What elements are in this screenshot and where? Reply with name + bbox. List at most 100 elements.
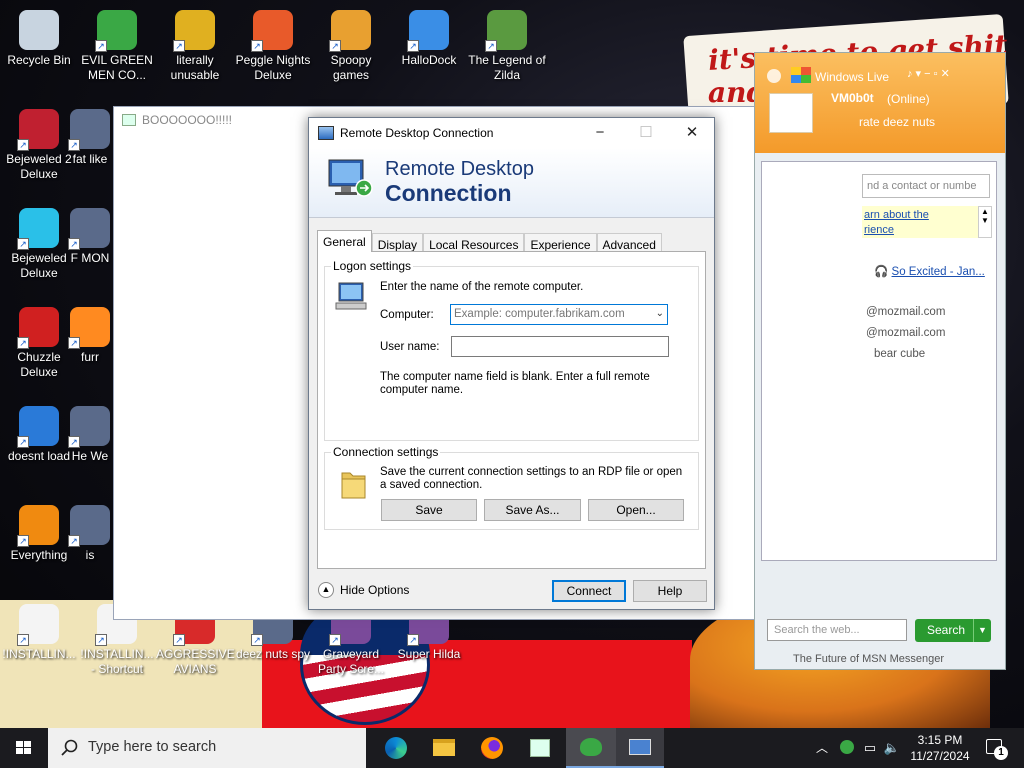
notification-center-icon[interactable]: 1 bbox=[980, 728, 1010, 768]
firefox-icon[interactable] bbox=[468, 728, 516, 768]
msn-ticker-scroll[interactable]: ▲ ▼ bbox=[978, 206, 992, 238]
shortcut-arrow-icon: ↗ bbox=[95, 634, 107, 646]
web-search-button[interactable]: Search ▼ bbox=[915, 619, 991, 642]
computer-combobox[interactable]: Example: computer.fabrikam.com ⌄ bbox=[450, 304, 668, 325]
shortcut-arrow-icon: ↗ bbox=[407, 634, 419, 646]
desktop-icon[interactable]: ↗ furr bbox=[60, 301, 120, 365]
chevron-down-icon[interactable]: ▼ bbox=[973, 619, 991, 642]
shortcut-arrow-icon: ↗ bbox=[68, 535, 80, 547]
shortcut-arrow-icon: ↗ bbox=[329, 634, 341, 646]
help-button[interactable]: Help bbox=[633, 580, 707, 602]
zelda-icon: ↗ bbox=[485, 10, 527, 52]
now-playing-link[interactable]: So Excited - Jan... bbox=[892, 266, 985, 278]
desktop-icon[interactable]: ↗ Peggle Nights Deluxe bbox=[234, 4, 312, 83]
desktop-icon[interactable]: ↗ HalloDock bbox=[390, 4, 468, 68]
desktop-icon-label: literally unusable bbox=[170, 53, 220, 82]
contact-item[interactable]: @mozmail.com bbox=[866, 306, 945, 318]
shortcut-arrow-icon: ↗ bbox=[17, 535, 29, 547]
network-icon[interactable]: ▭ bbox=[860, 728, 880, 768]
rdp-titlebar[interactable]: Remote Desktop Connection − ☐ ✕ bbox=[309, 118, 714, 148]
rdp-banner: Remote Desktop Connection bbox=[309, 148, 714, 218]
tab-experience[interactable]: Experience bbox=[524, 233, 597, 252]
desktop-icon[interactable]: ↗ Spoopy games bbox=[312, 4, 390, 83]
hide-options-label[interactable]: Hide Options bbox=[340, 583, 409, 597]
avatar[interactable] bbox=[769, 93, 813, 133]
msn-messenger-window[interactable]: Windows Live ♪ ▾ − ▫ ✕ VM0b0t (Online) r… bbox=[754, 52, 1006, 670]
close-icon[interactable]: ✕ bbox=[669, 118, 715, 148]
desktop-icon-label: Graveyard Party Scre... bbox=[317, 647, 385, 676]
taskbar-search-input[interactable]: Type here to search bbox=[48, 728, 366, 768]
chevron-up-icon[interactable]: ▲ bbox=[318, 582, 334, 598]
hide-options-toggle[interactable]: ▲ Hide Options bbox=[318, 582, 409, 598]
start-button[interactable] bbox=[0, 728, 48, 768]
computer-icon bbox=[335, 282, 367, 310]
desktop-icon[interactable]: ↗ The Legend of Zilda bbox=[468, 4, 546, 83]
tab-local-resources[interactable]: Local Resources bbox=[423, 233, 525, 252]
learn-link-line[interactable]: arn about the bbox=[864, 208, 976, 223]
connection-settings-label: Connection settings bbox=[331, 445, 441, 459]
msn-tray-icon[interactable] bbox=[838, 728, 856, 768]
msn-learn-link[interactable]: arn about the rience bbox=[862, 206, 978, 238]
find-contact-input[interactable]: nd a contact or numbe bbox=[862, 174, 990, 198]
search-ring-icon: ↗ bbox=[17, 505, 59, 547]
remote-desktop-icon[interactable] bbox=[616, 728, 664, 768]
clock[interactable]: 3:15 PM 11/27/2024 bbox=[908, 728, 972, 768]
username-field[interactable] bbox=[451, 336, 669, 357]
msn-username: VM0b0t bbox=[831, 91, 874, 105]
app-icon: ↗ bbox=[68, 109, 110, 151]
desktop-icon[interactable]: ↗ !INSTALLIN... bbox=[0, 598, 78, 662]
minimize-icon[interactable]: − bbox=[577, 118, 623, 148]
contact-item[interactable]: bear cube bbox=[874, 348, 925, 360]
folder-icon bbox=[341, 472, 366, 499]
computer-placeholder: Example: computer.fabrikam.com bbox=[454, 308, 625, 320]
chevron-down-icon[interactable]: ⌄ bbox=[656, 308, 664, 319]
edge-icon[interactable] bbox=[372, 728, 420, 768]
connect-button[interactable]: Connect bbox=[552, 580, 626, 602]
shortcut-arrow-icon: ↗ bbox=[485, 40, 497, 52]
desktop-icon[interactable]: ↗ literally unusable bbox=[156, 4, 234, 83]
taskbar-search-placeholder: Type here to search bbox=[88, 739, 217, 755]
tab-advanced[interactable]: Advanced bbox=[596, 233, 662, 252]
desktop-icon-label: HalloDock bbox=[401, 53, 457, 67]
connection-settings-group: Connection settings Save the current con… bbox=[324, 445, 699, 530]
desktop-icon[interactable]: ↗ fat like bbox=[60, 103, 120, 167]
open-button[interactable]: Open... bbox=[588, 499, 684, 521]
desktop-icon[interactable]: ↗ EVIL GREEN MEN CO... bbox=[78, 4, 156, 83]
desktop-icon-label: !INSTALLIN... bbox=[2, 647, 76, 661]
desktop-icon-label: Peggle Nights Deluxe bbox=[235, 53, 311, 82]
desktop-icon[interactable]: Recycle Bin bbox=[0, 4, 78, 68]
tab-general[interactable]: General bbox=[317, 230, 372, 252]
msn-app-title: Windows Live bbox=[815, 70, 890, 84]
desktop-icon-label: is bbox=[85, 548, 95, 562]
desktop-icon[interactable]: ↗ He We bbox=[60, 400, 120, 464]
desktop-icon[interactable]: ↗ F MON bbox=[60, 202, 120, 266]
msn-contact-list[interactable]: nd a contact or numbe arn about the rien… bbox=[761, 161, 997, 561]
tab-display[interactable]: Display bbox=[371, 233, 424, 252]
windows-flag-icon: ↗ bbox=[407, 10, 449, 52]
msn-status[interactable]: (Online) bbox=[887, 92, 930, 106]
contact-item[interactable]: @mozmail.com bbox=[866, 327, 945, 339]
file-explorer-icon[interactable] bbox=[420, 728, 468, 768]
volume-icon[interactable]: 🔈 bbox=[882, 728, 902, 768]
peggle-icon: ↗ bbox=[251, 10, 293, 52]
shortcut-arrow-icon: ↗ bbox=[95, 40, 107, 52]
web-search-input[interactable]: Search the web... bbox=[767, 619, 907, 641]
remote-desktop-window[interactable]: Remote Desktop Connection − ☐ ✕ Remote D… bbox=[308, 117, 715, 610]
shortcut-arrow-icon: ↗ bbox=[17, 436, 29, 448]
save-as-button[interactable]: Save As... bbox=[484, 499, 581, 521]
desktop-icon-label: The Legend of Zilda bbox=[468, 53, 546, 82]
shortcut-arrow-icon: ↗ bbox=[17, 139, 29, 151]
chevron-up-icon[interactable]: ︿ bbox=[814, 728, 830, 768]
save-button[interactable]: Save bbox=[381, 499, 477, 521]
computer-label: Computer: bbox=[380, 309, 434, 321]
firefox-icon: ↗ bbox=[68, 307, 110, 349]
learn-link-line[interactable]: rience bbox=[864, 223, 976, 238]
msn-personal-message[interactable]: rate deez nuts bbox=[859, 115, 935, 129]
now-playing[interactable]: 🎧 So Excited - Jan... bbox=[874, 264, 985, 278]
rdp-manager-icon[interactable] bbox=[516, 728, 564, 768]
background-window-title: BOOOOOOO!!!!! bbox=[142, 113, 233, 127]
msn-messenger-icon[interactable] bbox=[566, 728, 616, 768]
desktop-icon[interactable]: ↗ is bbox=[60, 499, 120, 563]
msn-window-controls[interactable]: ♪ ▾ − ▫ ✕ bbox=[907, 67, 950, 80]
shortcut-arrow-icon: ↗ bbox=[17, 337, 29, 349]
